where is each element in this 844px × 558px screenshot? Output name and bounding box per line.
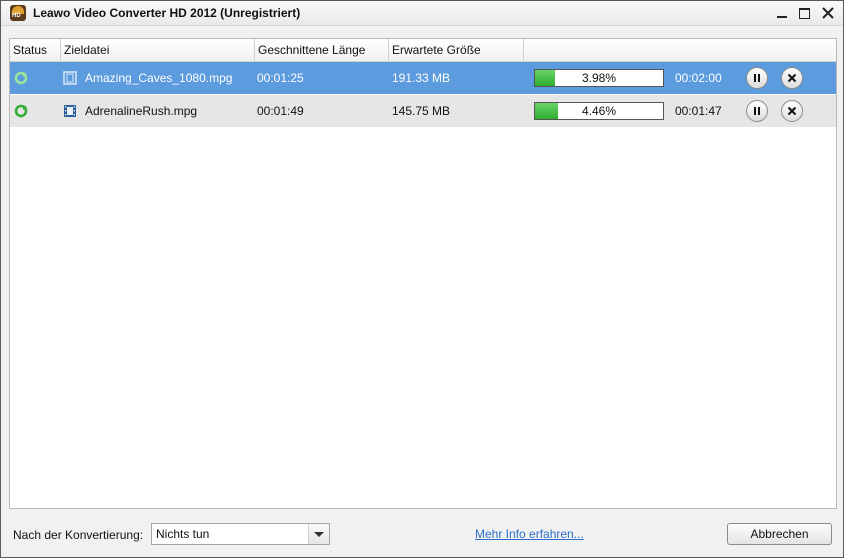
after-conversion-value: Nichts tun	[156, 527, 210, 541]
after-conversion-select[interactable]: Nichts tun	[151, 523, 330, 545]
progress-percent: 3.98%	[581, 71, 617, 85]
target-file-name: Amazing_Caves_1080.mpg	[85, 71, 233, 85]
table-row[interactable]: AdrenalineRush.mpg 00:01:49 145.75 MB 4.…	[10, 95, 836, 127]
expected-size: 145.75 MB	[392, 104, 451, 118]
window-title: Leawo Video Converter HD 2012 (Unregistr…	[33, 6, 301, 20]
close-icon	[822, 7, 834, 19]
minimize-button[interactable]	[773, 4, 791, 22]
pause-button[interactable]	[746, 100, 768, 122]
close-icon	[787, 106, 797, 116]
progress-percent: 4.46%	[581, 104, 617, 118]
conversion-list: Status Zieldatei Geschnittene Länge Erwa…	[9, 38, 837, 509]
remove-button[interactable]	[781, 67, 803, 89]
cut-length: 00:01:49	[257, 104, 304, 118]
close-window-button[interactable]	[819, 4, 837, 22]
app-logo-icon	[10, 5, 26, 21]
progress-bar: 4.46%	[534, 102, 664, 120]
pause-icon	[754, 74, 760, 82]
expected-size: 191.33 MB	[392, 71, 451, 85]
chevron-down-icon[interactable]	[308, 524, 329, 544]
converter-window: Leawo Video Converter HD 2012 (Unregistr…	[0, 0, 844, 558]
table-row[interactable]: Amazing_Caves_1080.mpg 00:01:25 191.33 M…	[10, 62, 836, 94]
column-header-target-file[interactable]: Zieldatei	[61, 39, 255, 61]
footer-bar: Nach der Konvertierung: Nichts tun Mehr …	[1, 513, 843, 557]
converting-refresh-icon	[14, 71, 28, 85]
target-file-name: AdrenalineRush.mpg	[85, 104, 198, 118]
list-header: Status Zieldatei Geschnittene Länge Erwa…	[10, 39, 836, 62]
cancel-button[interactable]: Abbrechen	[727, 523, 832, 545]
progress-bar: 3.98%	[534, 69, 664, 87]
remove-button[interactable]	[781, 100, 803, 122]
more-info-link[interactable]: Mehr Info erfahren...	[475, 527, 584, 541]
film-icon	[63, 71, 77, 85]
column-header-progress	[524, 39, 836, 61]
pause-button[interactable]	[746, 67, 768, 89]
remaining-time: 00:01:47	[675, 104, 722, 118]
converting-refresh-icon	[14, 104, 28, 118]
cut-length: 00:01:25	[257, 71, 304, 85]
column-header-expected-size[interactable]: Erwartete Größe	[389, 39, 524, 61]
maximize-button[interactable]	[796, 4, 814, 22]
after-conversion-label: Nach der Konvertierung:	[13, 528, 144, 542]
remaining-time: 00:02:00	[675, 71, 722, 85]
close-icon	[787, 73, 797, 83]
pause-icon	[754, 107, 760, 115]
column-header-cut-length[interactable]: Geschnittene Länge	[255, 39, 389, 61]
title-bar[interactable]: Leawo Video Converter HD 2012 (Unregistr…	[1, 1, 843, 26]
column-header-status[interactable]: Status	[10, 39, 61, 61]
film-icon	[64, 105, 76, 117]
